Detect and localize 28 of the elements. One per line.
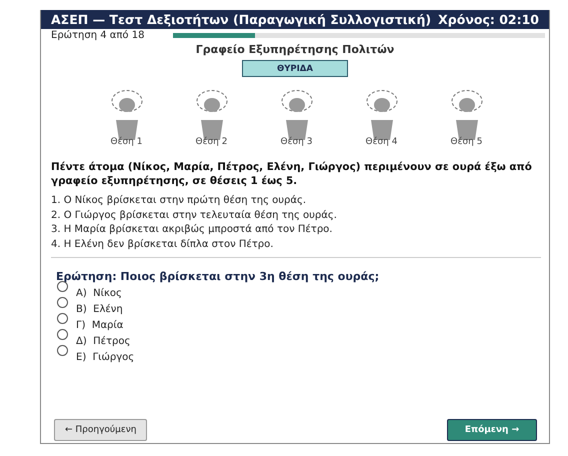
radio-button[interactable] bbox=[57, 281, 68, 292]
option-label[interactable]: Β) Ελένη bbox=[76, 304, 123, 315]
next-button[interactable]: Επόμενη → bbox=[447, 419, 537, 441]
scene-title: Γραφείο Εξυπηρέτησης Πολιτών bbox=[194, 43, 396, 56]
option-label[interactable]: Δ) Πέτρος bbox=[76, 336, 130, 347]
radio-button[interactable] bbox=[57, 313, 68, 324]
clue-text: 3. Η Μαρία βρίσκεται ακριβώς μπροστά από τον Πέτρο. bbox=[51, 223, 334, 237]
question-counter: Ερώτηση 4 από 18 bbox=[51, 30, 146, 40]
previous-button[interactable]: ← Προηγούμενη bbox=[54, 419, 148, 441]
option-label[interactable]: Γ) Μαρία bbox=[76, 320, 124, 331]
problem-statement: Πέντε άτομα (Νίκος, Μαρία, Πέτρος, Ελένη, Γιώργος) περιμένουν σε ουρά έξω από γραφείο εξυπηρέτησης, σε θέσεις 1 έως 5. bbox=[51, 160, 533, 188]
radio-button[interactable] bbox=[57, 297, 68, 308]
clue-text: 1. Ο Νίκος βρίσκεται στην πρώτη θέση της ουράς. bbox=[51, 194, 308, 208]
question-text: Ερώτηση: Ποιος βρίσκεται στην 3η θέση της ουράς; bbox=[56, 270, 380, 283]
position-label: Θέση 3 bbox=[280, 137, 312, 147]
position-label: Θέση 2 bbox=[196, 137, 228, 147]
option-label[interactable]: Ε) Γιώργος bbox=[76, 352, 134, 363]
position-label: Θέση 5 bbox=[450, 137, 482, 147]
radio-button[interactable] bbox=[57, 329, 68, 340]
clue-text: 2. Ο Γιώργος βρίσκεται στην τελευταία θέση της ουράς. bbox=[51, 208, 338, 222]
clue-text: 4. Η Ελένη δεν βρίσκεται δίπλα στον Πέτρο. bbox=[51, 238, 274, 252]
option-label[interactable]: Α) Νίκος bbox=[76, 288, 122, 299]
radio-button[interactable] bbox=[57, 345, 68, 356]
service-window: ΘΥΡΙΔΑ bbox=[242, 60, 348, 77]
position-label: Θέση 4 bbox=[366, 137, 398, 147]
test-title: ΑΣΕΠ — Τεστ Δεξιοτήτων (Παραγωγική Συλλογιστική) bbox=[51, 12, 432, 27]
timer: Χρόνος: 02:10 bbox=[438, 12, 539, 27]
position-label: Θέση 1 bbox=[110, 137, 142, 147]
